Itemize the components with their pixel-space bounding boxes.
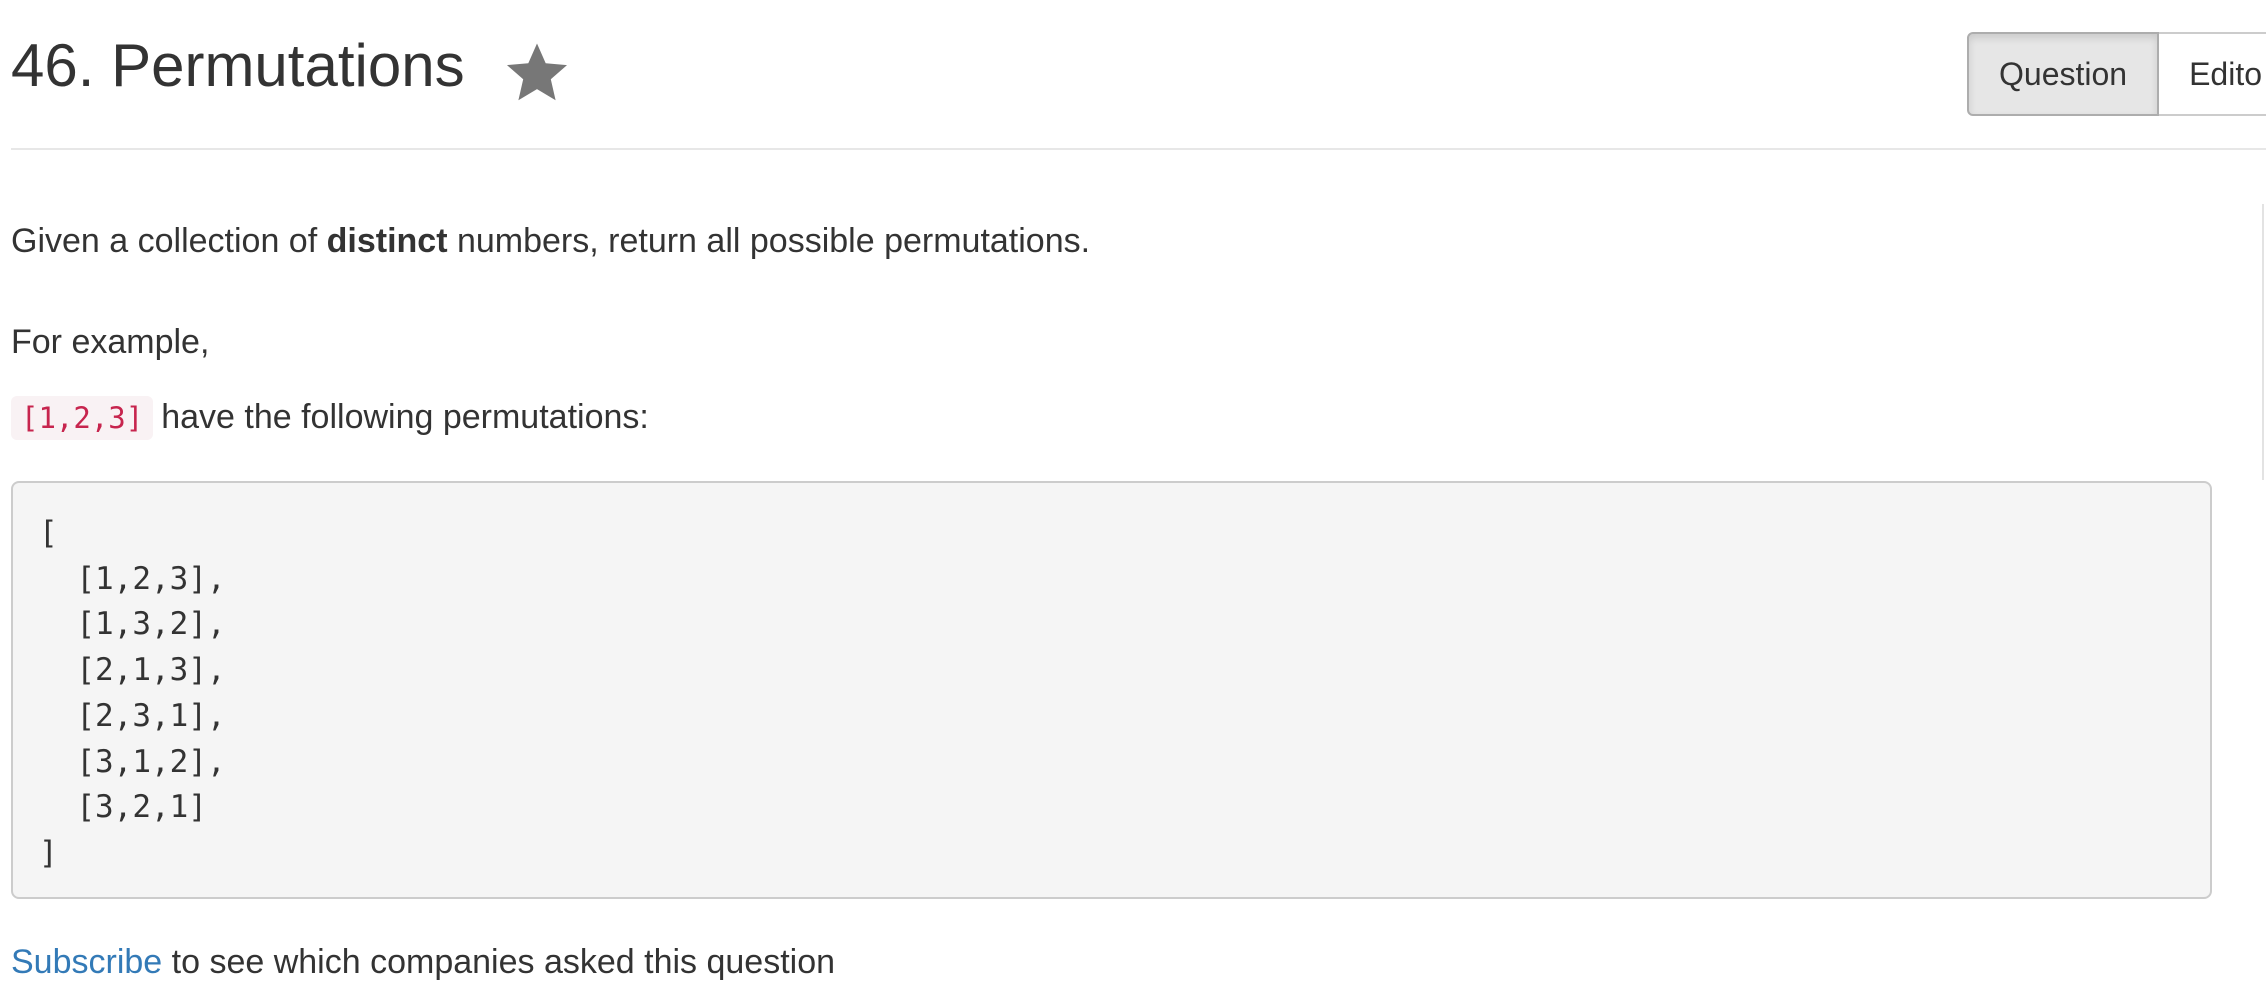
code-line: [3,1,2], bbox=[39, 743, 226, 780]
problem-header: 46. Permutations Question Edito bbox=[11, 0, 2266, 150]
code-line: [3,2,1] bbox=[39, 789, 207, 826]
subscribe-link[interactable]: Subscribe bbox=[11, 943, 162, 981]
code-line: [2,3,1], bbox=[39, 697, 226, 734]
statement-bold-distinct: distinct bbox=[326, 222, 448, 260]
code-line: [1,2,3], bbox=[39, 560, 226, 597]
example-description: [1,2,3] have the following permutations: bbox=[11, 396, 649, 440]
tab-question[interactable]: Question bbox=[1967, 32, 2160, 116]
page-title: 46. Permutations bbox=[11, 32, 465, 99]
problem-statement: Given a collection of distinct numbers, … bbox=[11, 220, 1090, 262]
problem-page: 46. Permutations Question Edito Given a … bbox=[0, 0, 2266, 1000]
side-panel-edge bbox=[2262, 204, 2264, 480]
code-line: [1,3,2], bbox=[39, 606, 226, 643]
view-tabs: Question Edito bbox=[1967, 32, 2266, 116]
code-line: ] bbox=[39, 834, 58, 871]
code-line: [2,1,3], bbox=[39, 652, 226, 689]
subscribe-text: to see which companies asked this questi… bbox=[162, 943, 836, 981]
example-text: have the following permutations: bbox=[161, 398, 649, 436]
star-icon[interactable] bbox=[501, 36, 573, 108]
statement-text-after: numbers, return all possible permutation… bbox=[447, 222, 1091, 260]
tab-editorial[interactable]: Edito bbox=[2159, 32, 2266, 116]
example-inline-code: [1,2,3] bbox=[11, 396, 154, 440]
subscribe-message: Subscribe to see which companies asked t… bbox=[11, 941, 835, 983]
example-code-block: [ [1,2,3], [1,3,2], [2,1,3], [2,3,1], [3… bbox=[11, 481, 2212, 899]
example-label: For example, bbox=[11, 323, 210, 361]
code-line: [ bbox=[39, 515, 58, 551]
statement-text-before: Given a collection of bbox=[11, 222, 327, 260]
